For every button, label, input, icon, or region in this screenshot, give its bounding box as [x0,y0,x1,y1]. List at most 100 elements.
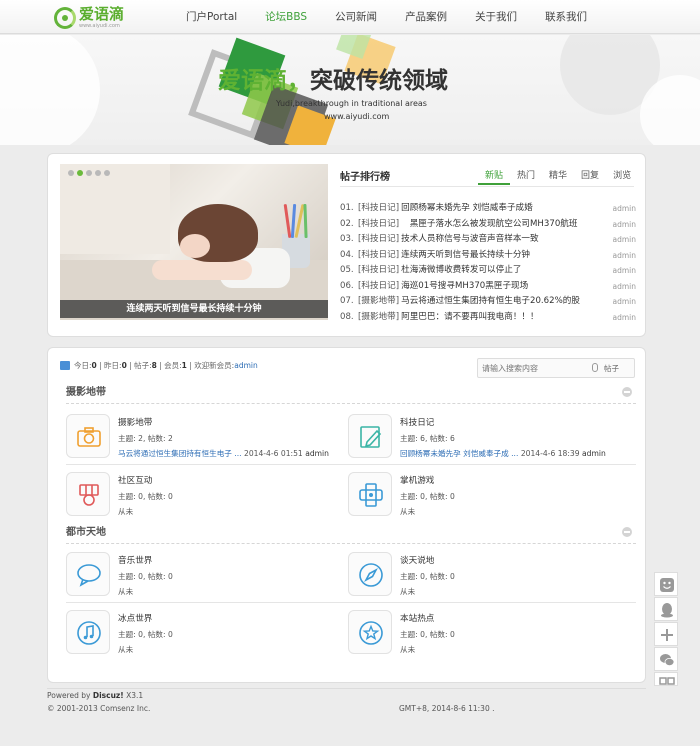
slide-dot[interactable] [68,170,74,176]
search-box: 帖子 [477,358,635,378]
ranking-tabs: 新贴 热门 精华 回复 浏览 [478,169,638,185]
slideshow[interactable]: 连续两天听到信号最长持续十分钟 [60,164,328,320]
discuz-link[interactable]: Discuz! [93,691,124,700]
slide-dot[interactable] [86,170,92,176]
forum-name[interactable]: 本站热点 [400,612,434,624]
forum-item[interactable]: 谈天说地 主题: 0, 帖数: 0 从未 [348,548,628,604]
powered-by: Powered by Discuz! X3.1 [47,691,144,700]
section-title[interactable]: 都市天地 [66,527,106,538]
list-item[interactable]: 01. [科技日记] 回顾杨幂未婚先孕 刘恺威奉子成婚 admin [340,201,636,217]
qq-icon[interactable] [654,597,678,621]
tab-views[interactable]: 浏览 [606,169,638,185]
forum-panel: 今日: 0 | 昨日: 0 | 帖子: 8 | 会员: 1 | 欢迎新会员: admin … [47,347,646,683]
tab-reply[interactable]: 回复 [574,169,606,185]
server-time: GMT+8, 2014-8-6 11:30 . [399,704,495,713]
forum-last-post: 回顾杨幂未婚先孕 刘恺威奉子成 ... 2014-4-6 18:39 admin [400,449,606,458]
banner-title: 爱语滴，突破传统领域 [218,68,448,94]
logo-text: 爱语滴 [79,5,125,23]
forum-item[interactable]: 科技日记 主题: 6, 帖数: 6 回顾杨幂未婚先孕 刘恺威奉子成 ... 20… [348,410,628,466]
ranking-title: 帖子排行榜 [340,172,390,183]
banner-url: www.aiyudi.com [324,112,390,121]
microphone-icon[interactable] [592,363,598,372]
forum-last-post: 从未 [400,507,416,516]
stats-chart-icon [60,361,70,370]
forum-name[interactable]: 科技日记 [400,416,434,428]
newest-member-link[interactable]: admin [234,361,258,370]
forum-count: 主题: 0, 帖数: 0 [118,630,173,639]
top-bar: 爱语滴 www.aiyudi.com 门户Portal 论坛BBS 公司新闻 产… [0,0,700,34]
forum-count: 主题: 6, 帖数: 6 [400,434,455,443]
qrcode-icon[interactable] [654,672,678,686]
forum-item[interactable]: 社区互动 主题: 0, 帖数: 0 从未 [66,468,346,524]
forum-item[interactable]: 本站热点 主题: 0, 帖数: 0 从未 [348,606,628,662]
forum-last-post: 从未 [400,645,416,654]
note-icon[interactable] [348,414,392,458]
star-icon[interactable] [348,610,392,654]
tab-new[interactable]: 新贴 [478,169,511,185]
nav-item-portal[interactable]: 门户Portal [172,0,251,34]
forum-name[interactable]: 谈天说地 [400,554,434,566]
nav-item-news[interactable]: 公司新闻 [321,0,391,34]
music-note-icon[interactable] [66,610,110,654]
search-scope-select[interactable]: 帖子 [604,363,619,374]
tab-digest[interactable]: 精华 [542,169,574,185]
nav-item-bbs[interactable]: 论坛BBS [251,0,321,34]
tab-hot[interactable]: 热门 [510,169,542,185]
forum-count: 主题: 0, 帖数: 0 [400,630,455,639]
plus-icon[interactable] [654,622,678,646]
forum-count: 主题: 0, 帖数: 0 [118,492,173,501]
logo-mark-icon [54,7,76,29]
forum-name[interactable]: 掌机游戏 [400,474,434,486]
section-header: 都市天地 [66,524,636,544]
banner: 爱语滴，突破传统领域 Yudi,breakthrough in traditio… [0,35,700,145]
list-item[interactable]: 06. [科技日记] 海巡01号搜寻MH370黑匣子现场 admin [340,279,636,295]
forum-last-post: 从未 [118,587,134,596]
wechat-icon[interactable] [654,647,678,671]
compass-icon[interactable] [348,552,392,596]
banner-subtitle: Yudi,breakthrough in traditional areas [276,99,427,108]
nav-item-cases[interactable]: 产品案例 [391,0,461,34]
nav-item-contact[interactable]: 联系我们 [531,0,601,34]
speech-bubble-icon[interactable] [66,552,110,596]
search-input[interactable] [478,359,588,377]
slide-dot[interactable] [77,170,83,176]
list-item[interactable]: 08. [摄影地带] 阿里巴巴：请不要再叫我电商！！！ admin [340,310,636,326]
forum-item[interactable]: 掌机游戏 主题: 0, 帖数: 0 从未 [348,468,628,524]
divider [66,464,636,465]
forum-item[interactable]: 冰点世界 主题: 0, 帖数: 0 从未 [66,606,346,662]
list-item[interactable]: 02. [科技日记] 黑匣子落水怎么被发现航空公司MH370航班 admin [340,217,636,233]
forum-stats: 今日: 0 | 昨日: 0 | 帖子: 8 | 会员: 1 | 欢迎新会员: admin [60,360,258,371]
copyright[interactable]: © 2001-2013 Comsenz Inc. [47,704,150,713]
forum-last-post: 从未 [118,645,134,654]
smiley-icon[interactable] [654,572,678,596]
forum-name[interactable]: 音乐世界 [118,554,152,566]
forum-name[interactable]: 摄影地带 [118,416,152,428]
forum-count: 主题: 0, 帖数: 0 [118,572,173,581]
forum-count: 主题: 2, 帖数: 2 [118,434,173,443]
forum-count: 主题: 0, 帖数: 0 [400,572,455,581]
site-logo[interactable]: 爱语滴 www.aiyudi.com [54,5,124,31]
slide-dots [68,170,110,176]
divider [66,602,636,603]
nav-item-about[interactable]: 关于我们 [461,0,531,34]
list-item[interactable]: 03. [科技日记] 技术人员称信号与波音声音样本一致 admin [340,232,636,248]
medal-icon[interactable] [66,472,110,516]
collapse-icon[interactable] [622,527,632,537]
list-item[interactable]: 07. [摄影地带] 马云将通过恒生集团持有恒生电子20.62%的股 admin [340,294,636,310]
slide-dot[interactable] [104,170,110,176]
slide-dot[interactable] [95,170,101,176]
list-item[interactable]: 04. [科技日记] 连续两天听到信号最长持续十分钟 admin [340,248,636,264]
collapse-icon[interactable] [622,387,632,397]
forum-name[interactable]: 社区互动 [118,474,152,486]
list-item[interactable]: 05. [科技日记] 杜海涛微博收费转发可以停止了 admin [340,263,636,279]
camera-icon[interactable] [66,414,110,458]
forum-name[interactable]: 冰点世界 [118,612,152,624]
ranking-list: 01. [科技日记] 回顾杨幂未婚先孕 刘恺威奉子成婚 admin 02. [科技日记]… [340,201,636,325]
forum-item[interactable]: 摄影地带 主题: 2, 帖数: 2 马云将通过恒生集团持有恒生电子 ... 20… [66,410,346,466]
section-title[interactable]: 摄影地带 [66,387,106,398]
main-nav: 门户Portal 论坛BBS 公司新闻 产品案例 关于我们 联系我们 [172,0,601,34]
forum-last-post: 从未 [400,587,416,596]
gamepad-icon[interactable] [348,472,392,516]
forum-item[interactable]: 音乐世界 主题: 0, 帖数: 0 从未 [66,548,346,604]
slide-caption[interactable]: 连续两天听到信号最长持续十分钟 [60,300,328,318]
